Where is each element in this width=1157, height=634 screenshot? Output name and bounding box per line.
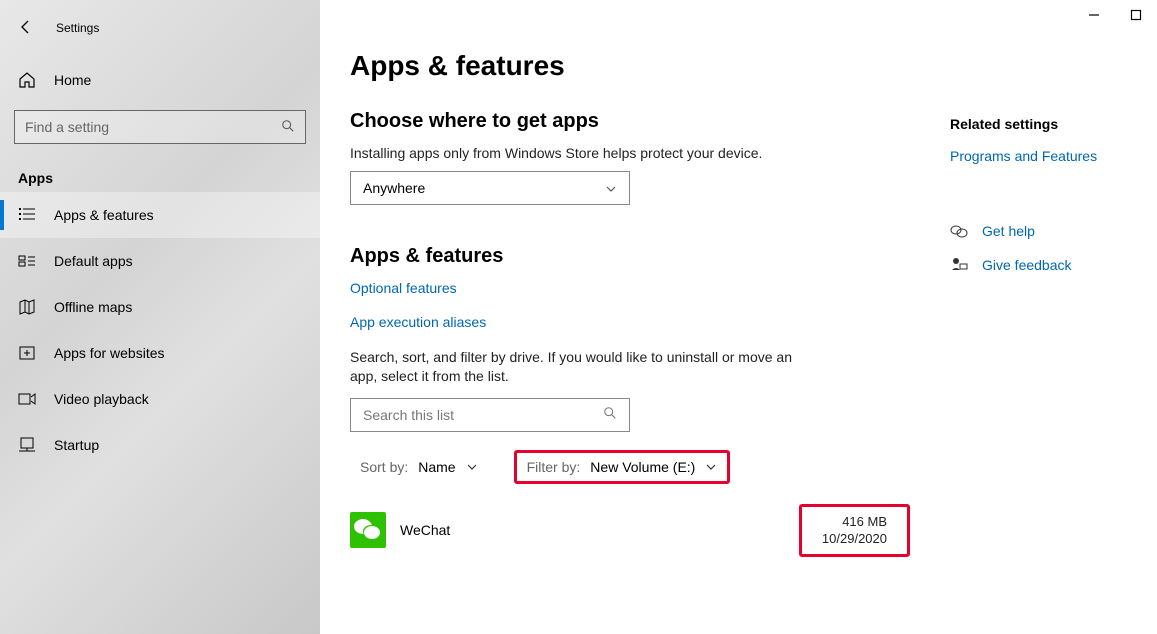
- default-apps-icon: [18, 252, 36, 270]
- home-nav[interactable]: Home: [0, 60, 320, 100]
- sidebar-item-label: Apps & features: [54, 207, 154, 223]
- sidebar-search-input[interactable]: [25, 119, 281, 135]
- back-button[interactable]: [18, 19, 36, 37]
- sidebar-item-label: Startup: [54, 437, 99, 453]
- apps-websites-icon: [18, 344, 36, 362]
- chevron-down-icon: [705, 461, 717, 473]
- app-meta-highlight: 416 MB 10/29/2020: [799, 504, 910, 557]
- get-help-link[interactable]: Get help: [950, 222, 1097, 240]
- sort-by-dropdown[interactable]: Sort by: Name: [350, 453, 488, 481]
- features-desc: Search, sort, and filter by drive. If yo…: [350, 348, 800, 386]
- app-source-select[interactable]: Anywhere: [350, 171, 630, 205]
- app-row[interactable]: WeChat 416 MB 10/29/2020: [350, 504, 910, 557]
- help-icon: [950, 222, 968, 240]
- wechat-icon: [350, 512, 386, 548]
- maximize-button[interactable]: [1129, 8, 1143, 22]
- app-list-search[interactable]: [350, 398, 630, 432]
- startup-icon: [18, 436, 36, 454]
- app-size: 416 MB: [822, 513, 887, 531]
- sidebar-item-default-apps[interactable]: Default apps: [0, 238, 320, 284]
- sidebar-item-label: Video playback: [54, 391, 149, 407]
- choose-heading: Choose where to get apps: [350, 110, 910, 133]
- home-icon: [18, 71, 36, 89]
- search-icon: [603, 406, 617, 423]
- choose-desc: Installing apps only from Windows Store …: [350, 145, 910, 161]
- sort-label: Sort by:: [360, 459, 408, 475]
- offline-maps-icon: [18, 298, 36, 316]
- features-heading: Apps & features: [350, 245, 910, 268]
- programs-features-link[interactable]: Programs and Features: [950, 148, 1097, 164]
- feedback-icon: [950, 256, 968, 274]
- right-panel: Related settings Programs and Features G…: [950, 110, 1097, 557]
- sidebar: Settings Home Apps Apps & features Defau…: [0, 0, 320, 634]
- video-playback-icon: [18, 390, 36, 408]
- sidebar-item-label: Offline maps: [54, 299, 132, 315]
- app-list-search-input[interactable]: [363, 407, 603, 423]
- search-icon: [281, 119, 295, 136]
- app-date: 10/29/2020: [822, 530, 887, 548]
- get-help-label: Get help: [982, 223, 1035, 239]
- page-title: Apps & features: [350, 50, 1127, 82]
- main-content: Apps & features Choose where to get apps…: [320, 0, 1157, 634]
- window-title: Settings: [56, 21, 99, 35]
- minimize-button[interactable]: [1087, 8, 1101, 22]
- home-label: Home: [54, 72, 91, 88]
- optional-features-link[interactable]: Optional features: [350, 280, 910, 296]
- filter-by-dropdown[interactable]: Filter by: New Volume (E:): [514, 450, 731, 484]
- app-aliases-link[interactable]: App execution aliases: [350, 314, 910, 330]
- app-name: WeChat: [400, 522, 450, 538]
- sidebar-item-apps-for-websites[interactable]: Apps for websites: [0, 330, 320, 376]
- chevron-down-icon: [605, 182, 617, 194]
- filter-value: New Volume (E:): [590, 459, 695, 475]
- chevron-down-icon: [466, 461, 478, 473]
- related-settings-heading: Related settings: [950, 116, 1097, 132]
- sidebar-item-video-playback[interactable]: Video playback: [0, 376, 320, 422]
- give-feedback-label: Give feedback: [982, 257, 1072, 273]
- app-source-value: Anywhere: [363, 180, 425, 196]
- apps-features-icon: [18, 206, 36, 224]
- sidebar-item-offline-maps[interactable]: Offline maps: [0, 284, 320, 330]
- sidebar-item-label: Default apps: [54, 253, 133, 269]
- sidebar-search[interactable]: [14, 110, 306, 144]
- sidebar-item-startup[interactable]: Startup: [0, 422, 320, 468]
- sidebar-section-label: Apps: [0, 144, 320, 192]
- sidebar-item-label: Apps for websites: [54, 345, 165, 361]
- filter-label: Filter by:: [527, 459, 581, 475]
- give-feedback-link[interactable]: Give feedback: [950, 256, 1097, 274]
- sidebar-item-apps-features[interactable]: Apps & features: [0, 192, 320, 238]
- sort-value: Name: [418, 459, 455, 475]
